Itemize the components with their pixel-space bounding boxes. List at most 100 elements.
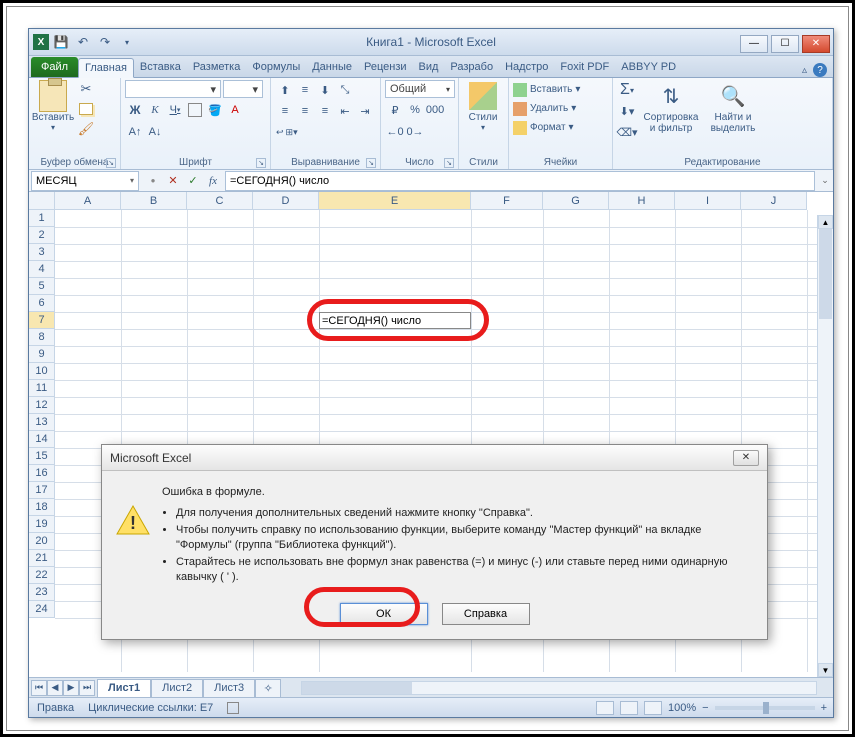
fx-icon[interactable]: fх	[205, 173, 221, 189]
col-header-I[interactable]: I	[675, 192, 741, 210]
accept-formula-icon[interactable]: ✓	[185, 173, 201, 189]
find-select-button[interactable]: 🔍 Найти и выделить	[705, 80, 761, 134]
copy-icon[interactable]	[76, 100, 96, 118]
row-header-3[interactable]: 3	[29, 244, 55, 261]
tab-formulas[interactable]: Формулы	[246, 57, 306, 77]
scroll-up-icon[interactable]: ▲	[818, 215, 833, 229]
view-layout-icon[interactable]	[620, 701, 638, 715]
tab-abbyy[interactable]: ABBYY PD	[615, 57, 682, 77]
formula-input[interactable]: =СЕГОДНЯ() число	[225, 171, 815, 191]
orientation-icon[interactable]: ⤡	[335, 80, 355, 100]
dec-decimal-icon[interactable]: 0→	[405, 122, 425, 142]
tab-review[interactable]: Рецензи	[358, 57, 413, 77]
row-header-23[interactable]: 23	[29, 584, 55, 601]
dialog-ok-button[interactable]: ОК	[340, 603, 428, 625]
row-header-20[interactable]: 20	[29, 533, 55, 550]
insert-cells-button[interactable]: Вставить ▾	[513, 80, 580, 99]
file-tab[interactable]: Файл	[31, 57, 78, 77]
name-box[interactable]: МЕСЯЦ▾	[31, 171, 139, 191]
row-header-19[interactable]: 19	[29, 516, 55, 533]
sheet-tab-2[interactable]: Лист2	[151, 679, 203, 697]
tab-addins[interactable]: Надстро	[499, 57, 554, 77]
col-header-H[interactable]: H	[609, 192, 675, 210]
format-cells-button[interactable]: Формат ▾	[513, 118, 580, 137]
clear-icon[interactable]: ⌫▾	[617, 122, 637, 142]
close-button[interactable]: ✕	[802, 35, 830, 53]
help-icon[interactable]: ?	[813, 63, 827, 77]
row-header-21[interactable]: 21	[29, 550, 55, 567]
dialog-close-button[interactable]: ✕	[733, 450, 759, 466]
tab-layout[interactable]: Разметка	[187, 57, 247, 77]
border-button[interactable]	[188, 103, 202, 117]
sheet-nav-prev-icon[interactable]: ◀	[47, 680, 63, 696]
expand-namebox-icon[interactable]: ●	[145, 173, 161, 189]
paste-button[interactable]: Вставить ▾	[33, 80, 73, 132]
ribbon-minimize-icon[interactable]: ▵	[802, 65, 807, 76]
scroll-down-icon[interactable]: ▼	[818, 663, 833, 677]
font-color-button[interactable]: A	[225, 100, 245, 120]
row-header-22[interactable]: 22	[29, 567, 55, 584]
maximize-button[interactable]: ☐	[771, 35, 799, 53]
row-header-1[interactable]: 1	[29, 210, 55, 227]
indent-dec-icon[interactable]: ⇤	[335, 101, 355, 121]
zoom-in-icon[interactable]: +	[821, 702, 827, 714]
sheet-tab-3[interactable]: Лист3	[203, 679, 255, 697]
tab-insert[interactable]: Вставка	[134, 57, 187, 77]
view-pagebreak-icon[interactable]	[644, 701, 662, 715]
sort-filter-button[interactable]: ⇅ Сортировка и фильтр	[640, 80, 702, 134]
zoom-slider[interactable]	[715, 706, 815, 710]
active-cell-editor[interactable]: =СЕГОДНЯ() число	[319, 312, 471, 329]
font-launcher-icon[interactable]: ↘	[256, 158, 266, 168]
currency-icon[interactable]: ₽	[385, 100, 405, 120]
vertical-scrollbar[interactable]: ▲ ▼	[817, 215, 833, 677]
delete-cells-button[interactable]: Удалить ▾	[513, 99, 580, 118]
shrink-font-icon[interactable]: A↓	[145, 122, 165, 142]
fill-icon[interactable]: ⬇▾	[617, 101, 637, 121]
inc-decimal-icon[interactable]: ←0	[385, 122, 405, 142]
scroll-thumb[interactable]	[819, 229, 832, 319]
align-bottom-icon[interactable]: ⬇	[315, 80, 335, 100]
zoom-out-icon[interactable]: −	[702, 702, 708, 714]
clipboard-launcher-icon[interactable]: ↘	[106, 158, 116, 168]
number-format-combo[interactable]: Общий▾	[385, 80, 455, 98]
row-header-18[interactable]: 18	[29, 499, 55, 516]
qat-save-icon[interactable]: 💾	[51, 32, 71, 52]
expand-formula-bar-icon[interactable]: ⌄	[817, 173, 833, 189]
grow-font-icon[interactable]: A↑	[125, 122, 145, 142]
indent-inc-icon[interactable]: ⇥	[355, 101, 375, 121]
comma-icon[interactable]: 000	[425, 100, 445, 120]
tab-data[interactable]: Данные	[306, 57, 358, 77]
underline-button[interactable]: Ч▾	[165, 100, 185, 120]
row-header-16[interactable]: 16	[29, 465, 55, 482]
qat-redo-icon[interactable]: ↷	[95, 32, 115, 52]
format-painter-icon[interactable]: 🖌	[76, 120, 96, 138]
minimize-button[interactable]: —	[740, 35, 768, 53]
fill-color-button[interactable]: 🪣	[205, 100, 225, 120]
col-header-F[interactable]: F	[471, 192, 543, 210]
col-header-C[interactable]: C	[187, 192, 253, 210]
row-header-9[interactable]: 9	[29, 346, 55, 363]
col-header-A[interactable]: A	[55, 192, 121, 210]
tab-developer[interactable]: Разрабо	[444, 57, 499, 77]
tab-view[interactable]: Вид	[413, 57, 445, 77]
row-header-14[interactable]: 14	[29, 431, 55, 448]
autosum-icon[interactable]: Σ▾	[617, 80, 637, 100]
qat-customize-icon[interactable]: ▾	[117, 32, 137, 52]
col-header-E[interactable]: E	[319, 192, 471, 210]
tab-foxit[interactable]: Foxit PDF	[554, 57, 615, 77]
cancel-formula-icon[interactable]: ✕	[165, 173, 181, 189]
col-header-B[interactable]: B	[121, 192, 187, 210]
col-header-D[interactable]: D	[253, 192, 319, 210]
qat-undo-icon[interactable]: ↶	[73, 32, 93, 52]
select-all-corner[interactable]	[29, 192, 55, 210]
row-header-17[interactable]: 17	[29, 482, 55, 499]
view-normal-icon[interactable]	[596, 701, 614, 715]
font-size-combo[interactable]: ▾	[223, 80, 263, 98]
bold-button[interactable]: Ж	[125, 100, 145, 120]
row-header-13[interactable]: 13	[29, 414, 55, 431]
align-top-icon[interactable]: ⬆	[275, 80, 295, 100]
wrap-text-icon[interactable]: ↩	[275, 122, 285, 142]
col-header-J[interactable]: J	[741, 192, 807, 210]
sheet-nav-next-icon[interactable]: ▶	[63, 680, 79, 696]
align-launcher-icon[interactable]: ↘	[366, 158, 376, 168]
